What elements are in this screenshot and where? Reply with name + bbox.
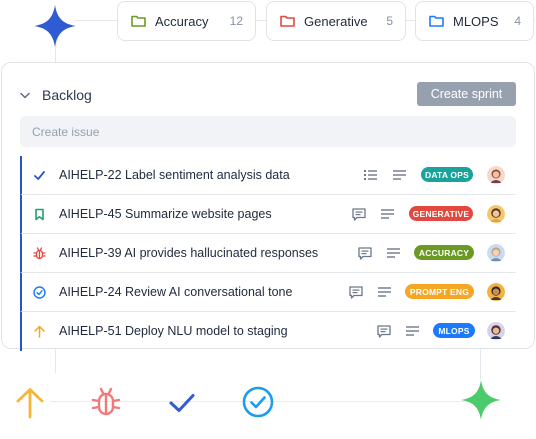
check-icon bbox=[169, 394, 195, 412]
label-badge[interactable]: MLOPS bbox=[433, 323, 475, 338]
chip-mlops[interactable]: MLOPS 4 bbox=[415, 1, 534, 41]
bookmark-story-icon bbox=[35, 208, 44, 221]
create-issue-input[interactable]: Create issue bbox=[20, 116, 516, 147]
chip-count: 5 bbox=[386, 14, 393, 28]
description-lines-icon[interactable] bbox=[381, 208, 394, 220]
issue-title[interactable]: AIHELP-39 AI provides hallucinated respo… bbox=[59, 246, 318, 260]
label-badge[interactable]: DATA OPS bbox=[421, 167, 473, 182]
avatar[interactable] bbox=[487, 322, 505, 340]
description-lines-icon[interactable] bbox=[378, 286, 391, 298]
description-lines-icon[interactable] bbox=[393, 169, 406, 181]
chip-label: MLOPS bbox=[453, 13, 499, 29]
label-badge[interactable]: ACCURACY bbox=[414, 245, 474, 260]
chip-label: Accuracy bbox=[155, 13, 209, 29]
description-lines-icon[interactable] bbox=[387, 247, 400, 259]
chip-accuracy[interactable]: Accuracy 12 bbox=[117, 1, 256, 41]
backlog-header[interactable]: Backlog bbox=[20, 87, 92, 103]
comment-icon[interactable] bbox=[352, 208, 366, 221]
bug-icon bbox=[33, 247, 46, 260]
comment-icon[interactable] bbox=[358, 247, 372, 260]
connector-line bbox=[55, 349, 56, 373]
backlog-title: Backlog bbox=[42, 87, 92, 103]
connector-line bbox=[480, 349, 481, 379]
circle-check-icon bbox=[33, 286, 46, 299]
issue-row[interactable]: AIHELP-51 Deploy NLU model to staging ML… bbox=[20, 312, 516, 351]
folder-icon bbox=[280, 15, 295, 27]
issue-title[interactable]: AIHELP-45 Summarize website pages bbox=[59, 207, 272, 221]
comment-icon[interactable] bbox=[349, 286, 363, 299]
bug-icon bbox=[91, 387, 121, 416]
label-badge[interactable]: PROMPT ENG bbox=[405, 284, 474, 299]
sparkle-icon bbox=[34, 5, 76, 47]
avatar[interactable] bbox=[487, 205, 505, 223]
issue-title[interactable]: AIHELP-51 Deploy NLU model to staging bbox=[59, 324, 288, 338]
issue-row[interactable]: AIHELP-22 Label sentiment analysis data … bbox=[20, 156, 516, 195]
label-badge[interactable]: GENERATIVE bbox=[409, 206, 473, 221]
chip-label: Generative bbox=[304, 13, 368, 29]
backlog-panel: Backlog Create sprint Create issue AIHEL… bbox=[1, 62, 535, 351]
checklist-icon[interactable] bbox=[364, 169, 377, 181]
chip-count: 4 bbox=[514, 14, 521, 28]
issue-title[interactable]: AIHELP-22 Label sentiment analysis data bbox=[59, 168, 290, 182]
avatar[interactable] bbox=[487, 166, 505, 184]
comment-icon[interactable] bbox=[377, 325, 391, 338]
description-lines-icon[interactable] bbox=[406, 325, 419, 337]
circle-check-icon bbox=[242, 386, 274, 418]
folder-icon bbox=[131, 15, 146, 27]
avatar[interactable] bbox=[487, 283, 505, 301]
folder-icon bbox=[429, 15, 444, 27]
issue-title[interactable]: AIHELP-24 Review AI conversational tone bbox=[59, 285, 292, 299]
arrow-up-icon bbox=[34, 325, 45, 338]
arrow-up-icon bbox=[16, 388, 44, 419]
issue-row[interactable]: AIHELP-24 Review AI conversational tone … bbox=[20, 273, 516, 312]
check-task-icon bbox=[34, 171, 45, 180]
sparkle-icon bbox=[461, 380, 501, 420]
chip-generative[interactable]: Generative 5 bbox=[266, 1, 406, 41]
issue-row[interactable]: AIHELP-39 AI provides hallucinated respo… bbox=[20, 234, 516, 273]
avatar[interactable] bbox=[487, 244, 505, 262]
chevron-down-icon[interactable] bbox=[20, 92, 30, 99]
issue-list: AIHELP-22 Label sentiment analysis data … bbox=[20, 156, 516, 351]
create-sprint-button[interactable]: Create sprint bbox=[417, 82, 516, 106]
issue-row[interactable]: AIHELP-45 Summarize website pages GENERA… bbox=[20, 195, 516, 234]
chip-count: 12 bbox=[229, 14, 243, 28]
